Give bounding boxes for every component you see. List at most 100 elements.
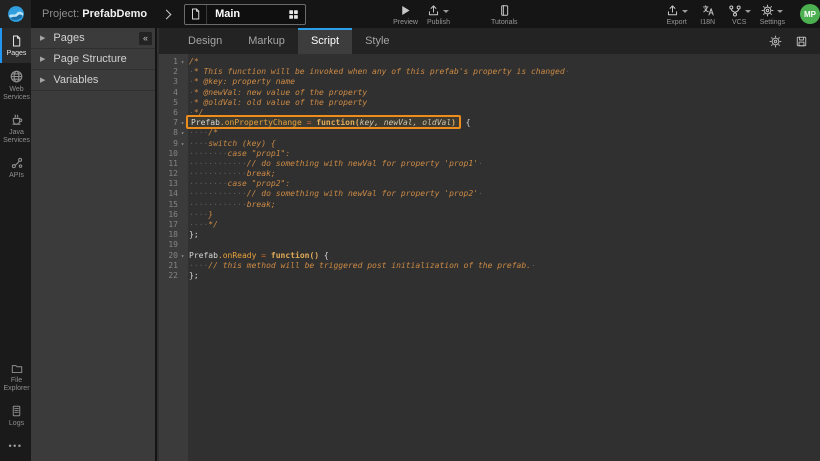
code-line[interactable]: 16····} [159,210,820,220]
code-token-ws: ········ [189,179,228,188]
code-line[interactable]: 10········case "prop1": [159,149,820,159]
code-token-cm: /* [208,128,218,137]
avatar[interactable]: MP [800,4,820,24]
code-token-cm: // do something with newVal for property… [247,159,478,168]
play-icon [399,4,412,17]
sidebar-top-items: Pages Web Services Java ServicesAPIs [0,28,31,185]
panel-section-variables[interactable]: ▶Variables [31,70,155,91]
preview-button[interactable]: Preview [390,2,421,27]
code-token-cm: } [208,210,213,219]
line-number: 15 [159,200,178,210]
sidebar-item-logs[interactable]: Logs [0,398,31,433]
line-number: 11 [159,159,178,169]
settings-button[interactable]: Settings [757,2,788,27]
fold-toggle-icon[interactable]: ▾ [178,140,187,150]
code-token-ws: · [478,159,483,168]
code-token-cm: * This function will be invoked when any… [194,67,565,76]
line-number: 17 [159,220,178,230]
sidebar-item-file-explorer[interactable]: File Explorer [0,356,31,398]
collapse-panel-button[interactable]: « [139,32,152,45]
sidebar-item-apis[interactable]: APIs [0,150,31,185]
expand-arrow-icon: ▶ [40,55,45,63]
line-number: 7 [159,118,178,128]
code-line[interactable]: 22}; [159,271,820,281]
line-number: 14 [159,189,178,199]
line-number: 6 [159,108,178,118]
chevron-down-icon [443,10,449,13]
code-text: ············// do something with newVal … [187,189,483,199]
panel-section-pages[interactable]: ▶Pages [31,28,155,49]
app-logo[interactable] [0,0,31,28]
code-line[interactable]: 12············break; [159,169,820,179]
code-line[interactable]: 15 ············break; [159,200,820,210]
code-token-prop: .onReady [218,251,257,260]
code-line[interactable]: 18}; [159,230,820,240]
gear-icon [769,35,782,48]
code-token-ws: ···· [189,220,208,229]
sidebar-item-java-services[interactable]: Java Services [0,107,31,150]
grid-icon[interactable] [281,8,305,21]
code-token-cm: break; [247,169,276,178]
code-token-cm: * @key: property name [194,77,295,86]
code-text: ·* @key: property name [187,77,295,87]
expand-arrow-icon: ▶ [40,76,45,84]
fold-toggle-icon[interactable]: ▾ [178,58,187,68]
tutorials-label: Tutorials [491,19,518,26]
code-line[interactable]: 7▾Prefab.onPropertyChange = function(key… [159,118,820,128]
i18n-button[interactable]: I18N [694,2,722,27]
page-icon [189,7,202,21]
settings-iconrow [761,4,783,18]
code-line[interactable]: 19 [159,240,820,250]
fold-toggle-icon[interactable]: ▾ [178,252,187,262]
tutorials-button[interactable]: Tutorials [488,2,521,27]
sidebar-item-label: Logs [2,420,32,428]
code-token-kw: function() [271,251,319,260]
page-selector-dropdown[interactable]: Main [184,4,306,25]
topbar-actions-right: ExportI18NVCSSettings [663,2,788,27]
code-line[interactable]: 20▾Prefab.onReady = function() { [159,251,820,261]
publish-button[interactable]: Publish [424,2,453,27]
tab-script[interactable]: Script [298,28,352,54]
code-line[interactable]: 21····// this method will be triggered p… [159,261,820,271]
code-line[interactable]: 5·* @oldVal: old value of the property [159,98,820,108]
code-text: ····*/ [187,220,218,230]
export-button[interactable]: Export [663,2,691,27]
code-token-cm: /* [189,57,199,66]
sidebar-item-label: Web Services [2,86,32,102]
code-text: }; [187,271,199,281]
sidebar-item-pages[interactable]: Pages [0,28,31,63]
tab-design[interactable]: Design [175,28,235,54]
fold-toggle-icon[interactable]: ▾ [178,129,187,139]
code-line[interactable]: 1▾/* [159,57,820,67]
project-label: Project: [42,8,79,20]
vcs-button[interactable]: VCS [725,2,754,27]
code-line[interactable]: 4·* @newVal: new value of the property [159,88,820,98]
code-line[interactable]: 2·* This function will be invoked when a… [159,67,820,77]
code-line[interactable]: 8▾····/* [159,128,820,138]
code-line[interactable]: 17 ····*/ [159,220,820,230]
chevron-down-icon [745,10,751,13]
code-token-plain: }; [189,271,199,280]
script-settings-button[interactable] [769,35,782,48]
code-text: ·* @oldVal: old value of the property [187,98,367,108]
panel-section-page-structure[interactable]: ▶Page Structure [31,49,155,70]
globe-icon [9,69,24,84]
code-line[interactable]: 11············// do something with newVa… [159,159,820,169]
book-icon [498,4,511,17]
sidebar-item-web-services[interactable]: Web Services [0,63,31,107]
line-number: 9 [159,139,178,149]
more-options-button[interactable]: ••• [0,433,31,461]
code-line[interactable]: 13········case "prop2": [159,179,820,189]
code-text: ············break; [187,200,276,210]
code-line[interactable]: 3·* @key: property name [159,77,820,87]
code-line[interactable]: 9▾····switch (key) { [159,139,820,149]
tab-style[interactable]: Style [352,28,402,54]
tab-markup[interactable]: Markup [235,28,298,54]
vcs-iconrow [728,4,751,18]
preview-label: Preview [393,19,418,26]
save-button[interactable] [795,35,808,48]
code-line[interactable]: 14 ············// do something with newVa… [159,189,820,199]
logs-icon [10,404,23,418]
code-token-cm: // do something with newVal for property… [247,189,478,198]
script-editor[interactable]: 1▾/*2·* This function will be invoked wh… [159,54,820,461]
